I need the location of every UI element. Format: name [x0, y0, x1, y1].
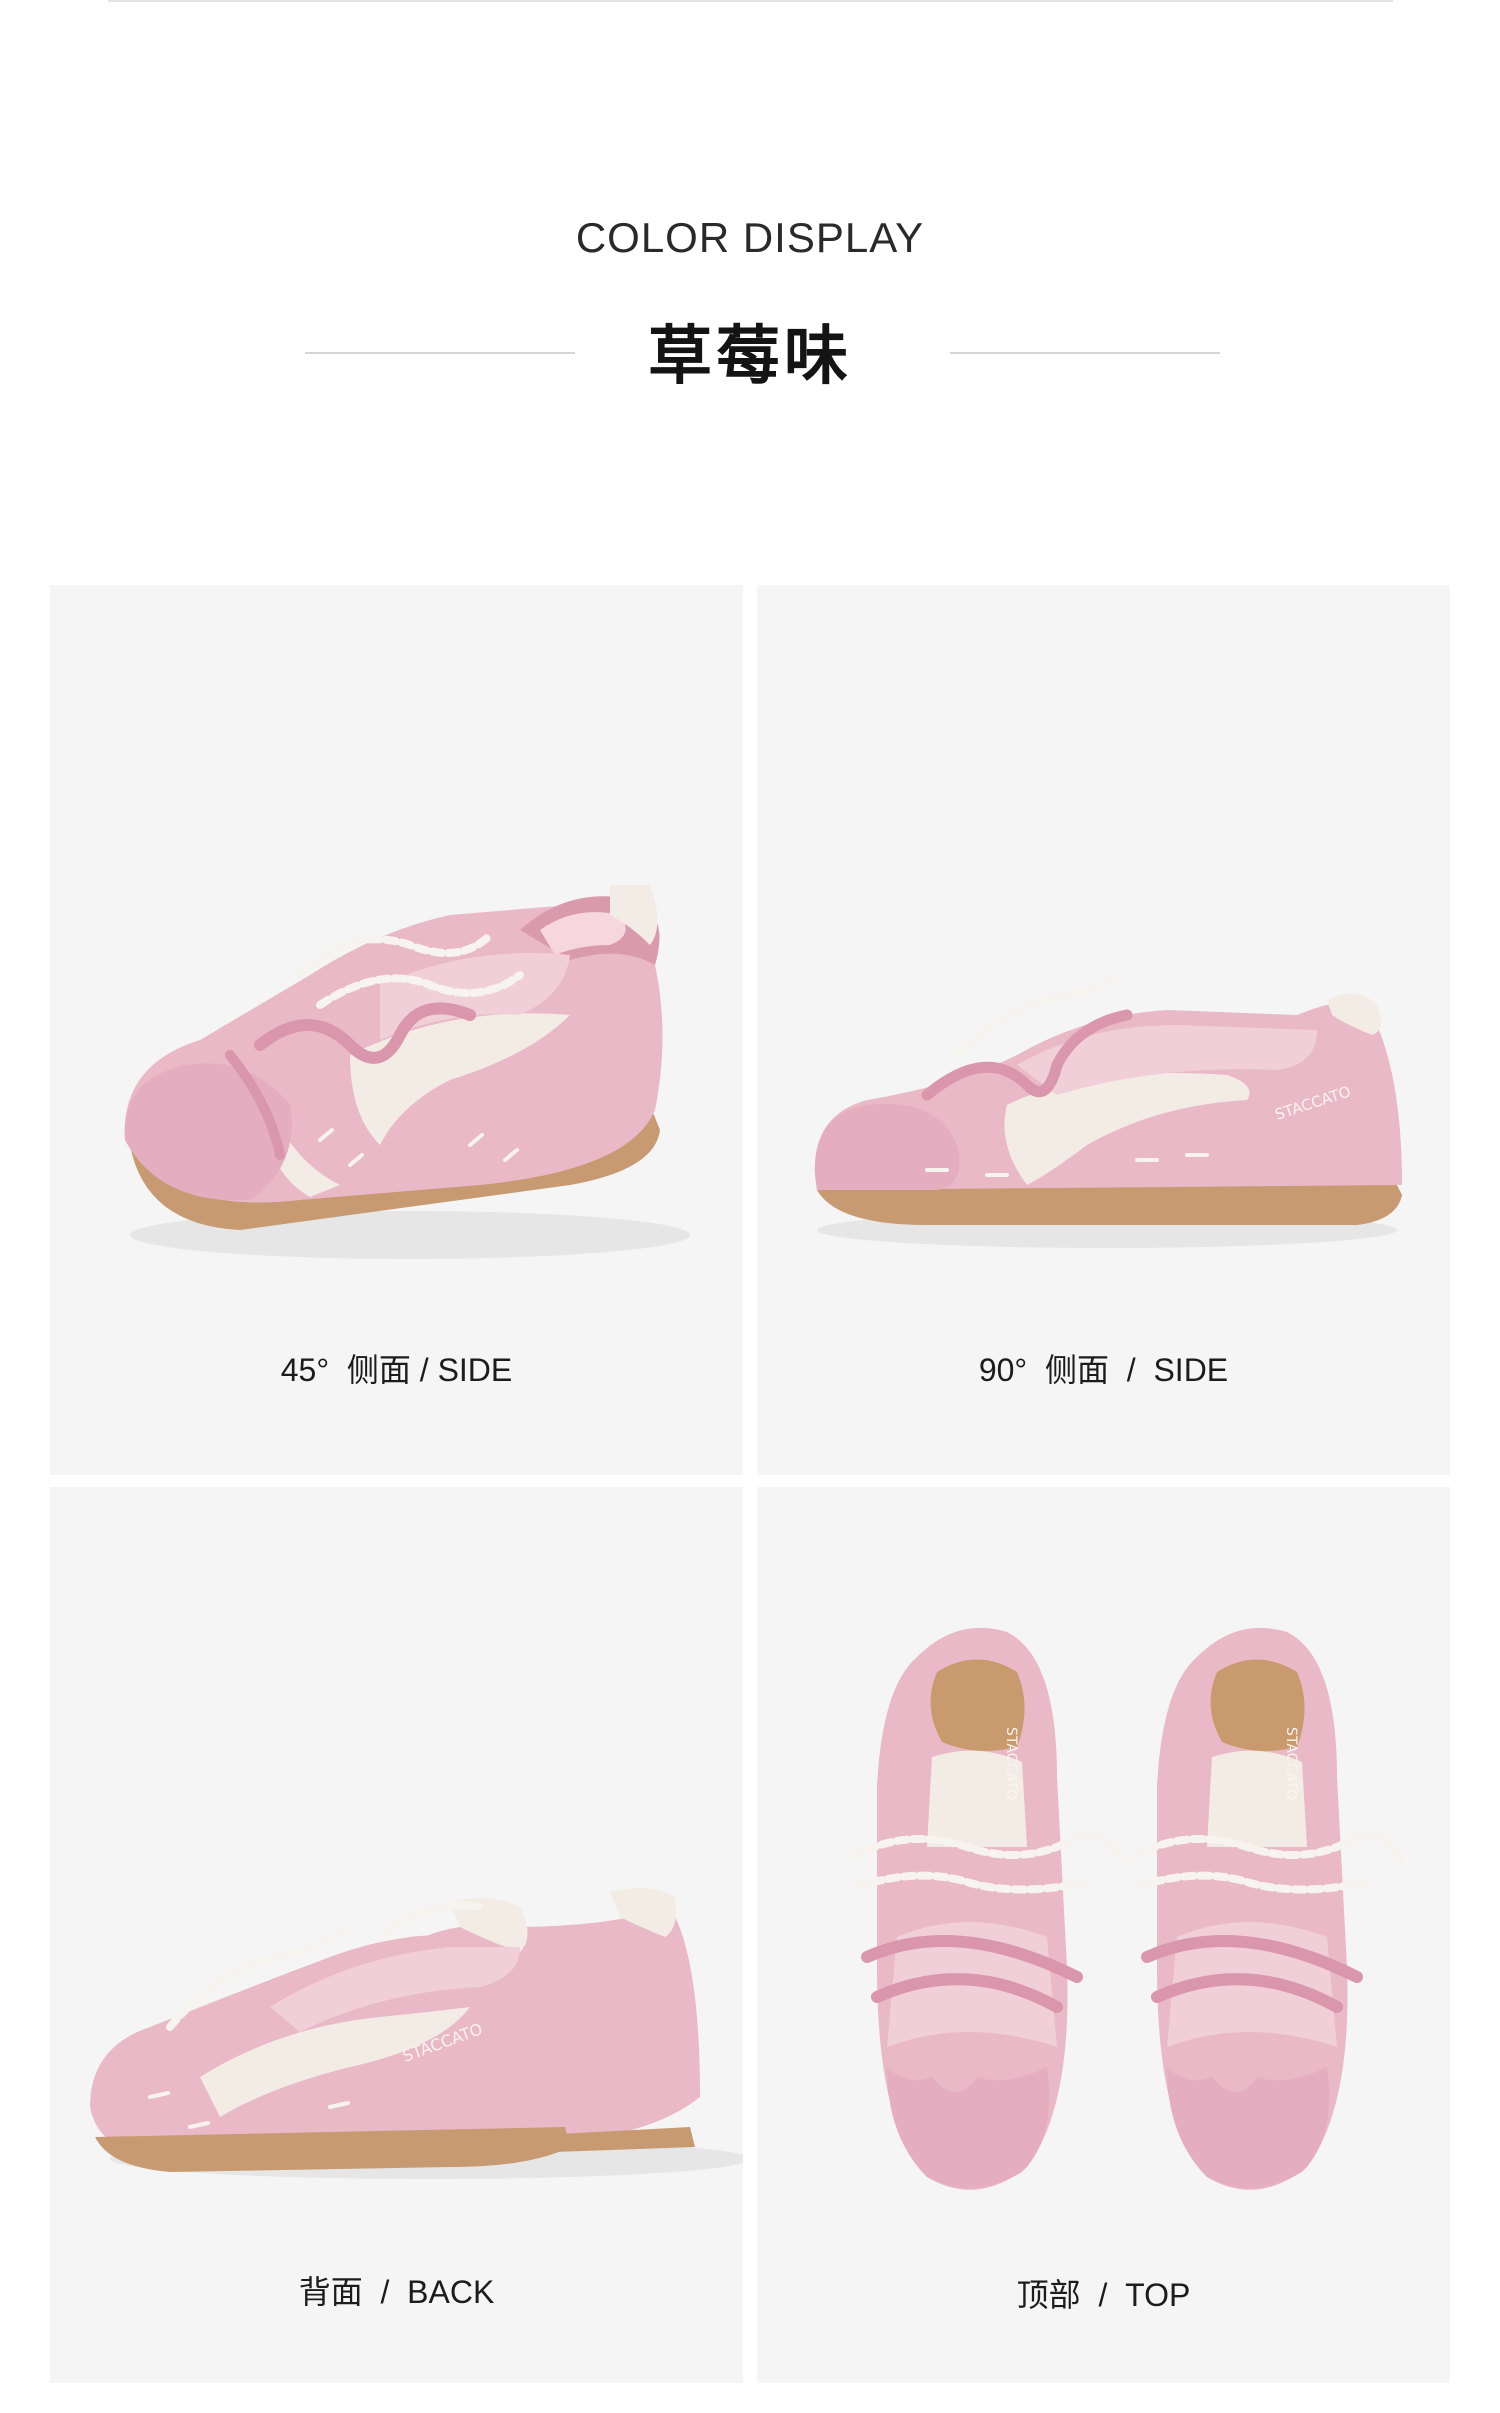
caption-back: 背面 / BACK — [298, 2274, 495, 2310]
view-panel-back: STACCATO 背面 / BACK — [50, 1487, 743, 2383]
view-panel-90-side: STACCATO 90° 侧面 / SIDE — [757, 585, 1450, 1475]
view-panel-45-side: 45° 侧面 / SIDE — [50, 585, 743, 1475]
shoe-90-side-image: STACCATO — [814, 971, 1402, 1248]
svg-text:STACCATO: STACCATO — [1283, 1727, 1299, 1800]
shoe-45-side-image — [124, 885, 690, 1259]
caption-45-side: 45° 侧面 / SIDE — [280, 1352, 513, 1388]
caption-90-side: 90° 侧面 / SIDE — [978, 1352, 1229, 1388]
svg-text:STACCATO: STACCATO — [1003, 1727, 1019, 1800]
section-title-en: COLOR DISPLAY — [575, 214, 925, 261]
section-title-cn: 草莓味 — [648, 320, 852, 392]
shoe-top-image: STACCATO STACCATO — [848, 1627, 1406, 2190]
title-divider-right — [950, 352, 1220, 354]
caption-top: 顶部 / TOP — [1016, 2277, 1191, 2313]
top-divider — [108, 0, 1393, 2]
view-panel-top: STACCATO STACCATO 顶部 / TOP — [757, 1487, 1450, 2383]
shoe-back-image: STACCATO — [90, 1888, 743, 2179]
